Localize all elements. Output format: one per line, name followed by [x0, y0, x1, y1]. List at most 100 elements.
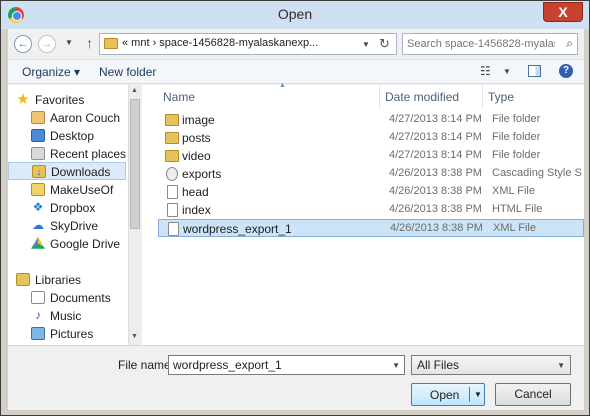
scroll-up-icon[interactable]: ▲: [131, 87, 138, 94]
organize-button[interactable]: Organize ▾: [22, 65, 80, 79]
recent-locations-dropdown[interactable]: ▼: [65, 38, 73, 47]
dialog-footer: File name: ▼ All Files ▼ Open ▼ Cancel: [8, 345, 584, 410]
nav-favorites[interactable]: ★ Favorites: [8, 91, 126, 109]
open-options-dropdown-icon[interactable]: ▼: [474, 390, 482, 399]
folder-icon: [104, 38, 118, 49]
search-box[interactable]: ⌕: [402, 33, 578, 55]
nav-libraries-label: Libraries: [35, 273, 82, 287]
column-header-type-label: Type: [488, 90, 515, 104]
file-icon: [167, 203, 178, 217]
nav-item-label: Recent places: [50, 147, 127, 161]
file-list: Name ▲ Date modified Type image 4/27/201…: [142, 82, 584, 345]
file-name: video: [182, 149, 211, 163]
file-name: image: [182, 113, 215, 127]
file-icon: [168, 222, 179, 236]
file-row-image[interactable]: image 4/27/2013 8:14 PM File folder: [158, 111, 584, 129]
column-header-name[interactable]: Name ▲: [158, 82, 380, 109]
sort-ascending-icon: ▲: [279, 82, 286, 89]
file-row-head[interactable]: head 4/26/2013 8:38 PM XML File: [158, 183, 584, 201]
nav-item-label: MakeUseOf: [50, 183, 114, 197]
dropbox-icon: ❖: [31, 200, 45, 214]
search-input[interactable]: [407, 37, 555, 51]
nav-item-label: Google Drive: [50, 237, 121, 251]
downloads-icon: [32, 165, 46, 178]
nav-item-makeuseof[interactable]: MakeUseOf: [8, 181, 126, 199]
file-type: HTML File: [492, 203, 543, 215]
preview-pane-icon[interactable]: [528, 65, 541, 77]
chevron-down-icon[interactable]: ▼: [362, 40, 370, 49]
address-bar: ← → ▼ ↑ « mnt › space-1456828-myalaskane…: [8, 29, 584, 59]
chevron-down-icon[interactable]: ▼: [392, 361, 400, 370]
desktop-icon: [31, 129, 45, 142]
cancel-button[interactable]: Cancel: [495, 383, 571, 406]
refresh-button[interactable]: ↻: [379, 36, 390, 52]
file-date: 4/26/2013 8:38 PM: [390, 222, 483, 234]
file-name-label: File name:: [118, 358, 175, 372]
nav-item-skydrive[interactable]: ☁ SkyDrive: [8, 217, 126, 235]
title-bar: Open X: [1, 1, 589, 29]
chevron-down-icon[interactable]: ▼: [503, 67, 511, 76]
nav-item-label: Pictures: [50, 327, 94, 341]
file-row-exports[interactable]: exports 4/26/2013 8:38 PM Cascading Styl…: [158, 165, 584, 183]
column-header-date[interactable]: Date modified: [380, 85, 483, 109]
dialog-content: ← → ▼ ↑ « mnt › space-1456828-myalaskane…: [8, 29, 584, 410]
back-button[interactable]: ←: [14, 35, 32, 53]
nav-item-label: Documents: [50, 291, 111, 305]
file-type-filter-value: All Files: [417, 358, 460, 372]
file-type: XML File: [493, 222, 536, 234]
nav-item-aaron-couch[interactable]: Aaron Couch: [8, 109, 126, 127]
file-type: Cascading Style S...: [492, 167, 582, 179]
nav-item-desktop[interactable]: Desktop: [8, 127, 126, 145]
nav-item-dropbox[interactable]: ❖ Dropbox: [8, 199, 126, 217]
file-name-combobox[interactable]: ▼: [168, 355, 405, 375]
nav-item-google-drive[interactable]: Google Drive: [8, 235, 126, 253]
navigation-scrollbar[interactable]: ▲ ▼: [128, 85, 141, 345]
folder-icon: [31, 183, 45, 196]
nav-item-label: Aaron Couch: [50, 111, 121, 125]
file-date: 4/27/2013 8:14 PM: [389, 113, 482, 125]
documents-icon: [31, 291, 45, 304]
nav-libraries[interactable]: Libraries: [8, 271, 126, 289]
help-button[interactable]: ?: [559, 64, 573, 78]
path-breadcrumb[interactable]: « mnt › space-1456828-myalaskanexp... ▼ …: [99, 33, 397, 55]
open-button[interactable]: Open ▼: [411, 383, 485, 406]
search-icon[interactable]: ⌕: [566, 36, 573, 51]
nav-item-music[interactable]: ♪ Music: [8, 307, 126, 325]
nav-item-documents[interactable]: Documents: [8, 289, 126, 307]
file-type-filter[interactable]: All Files ▼: [411, 355, 571, 375]
file-type: XML File: [492, 185, 535, 197]
scrollbar-thumb[interactable]: [130, 99, 140, 229]
file-name: head: [182, 185, 209, 199]
nav-item-label: Dropbox: [50, 201, 96, 215]
nav-item-label: Desktop: [50, 129, 95, 143]
close-button[interactable]: X: [543, 2, 583, 22]
scroll-down-icon[interactable]: ▼: [131, 333, 138, 340]
file-name-field[interactable]: [173, 358, 381, 372]
command-bar: Organize ▾ New folder ☷ ▼ ?: [8, 59, 584, 84]
chevron-down-icon[interactable]: ▼: [557, 361, 565, 370]
file-date: 4/27/2013 8:14 PM: [389, 149, 482, 161]
path-text: « mnt › space-1456828-myalaskanexp...: [122, 37, 319, 49]
column-header-type[interactable]: Type: [483, 85, 573, 109]
new-folder-button[interactable]: New folder: [99, 65, 156, 79]
view-options-icon[interactable]: ☷: [480, 64, 491, 78]
nav-item-recent-places[interactable]: Recent places: [8, 145, 126, 163]
file-row-video[interactable]: video 4/27/2013 8:14 PM File folder: [158, 147, 584, 165]
user-folder-icon: [31, 111, 45, 124]
music-icon: ♪: [31, 309, 45, 322]
column-header-name-label: Name: [163, 90, 196, 104]
up-button[interactable]: ↑: [86, 35, 93, 51]
google-drive-icon: [31, 237, 45, 249]
file-row-posts[interactable]: posts 4/27/2013 8:14 PM File folder: [158, 129, 584, 147]
file-row-index[interactable]: index 4/26/2013 8:38 PM HTML File: [158, 201, 584, 219]
nav-item-pictures[interactable]: Pictures: [8, 325, 126, 343]
open-dialog: Open X ← → ▼ ↑ « mnt › space-1456828-mya…: [0, 0, 590, 416]
file-row-wordpress-export-1[interactable]: wordpress_export_1 4/26/2013 8:38 PM XML…: [158, 219, 584, 237]
file-date: 4/27/2013 8:14 PM: [389, 131, 482, 143]
star-icon: ★: [16, 91, 30, 108]
nav-item-downloads[interactable]: Downloads: [8, 162, 126, 180]
split-separator: [469, 387, 470, 402]
file-date: 4/26/2013 8:38 PM: [389, 185, 482, 197]
forward-button[interactable]: →: [38, 35, 56, 53]
nav-item-label: SkyDrive: [50, 219, 99, 233]
